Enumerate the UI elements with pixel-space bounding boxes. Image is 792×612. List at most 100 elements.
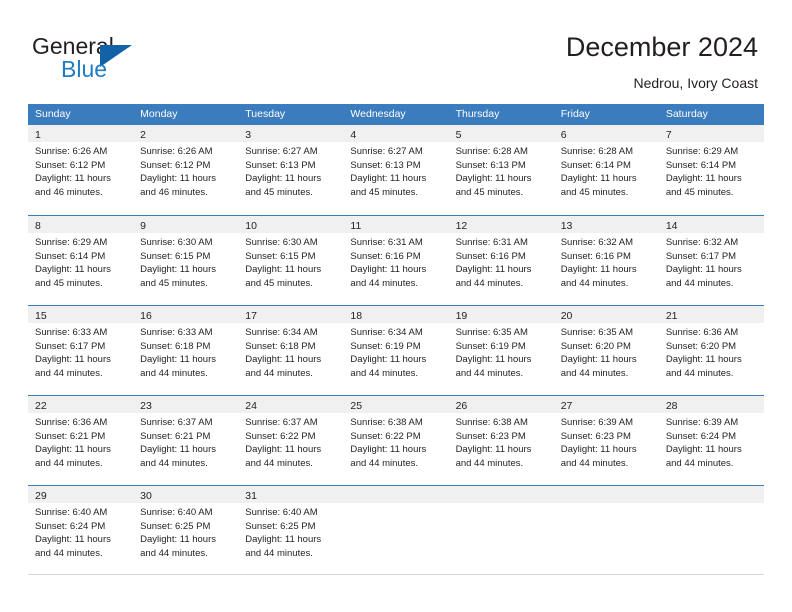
daylight-text-line1: Daylight: 11 hours	[35, 264, 111, 276]
day-info: Sunrise: 6:34 AM Sunset: 6:19 PM Daylight:…	[343, 323, 448, 380]
day-info: Sunrise: 6:31 AM Sunset: 6:16 PM Daylight:…	[343, 233, 448, 290]
calendar-day-cell[interactable]: 24 Sunrise: 6:37 AM Sunset: 6:22 PM Dayligh…	[238, 396, 344, 485]
weekday-header-sunday: Sunday	[35, 108, 71, 120]
calendar-day-cell[interactable]: 9 Sunrise: 6:30 AM Sunset: 6:15 PM Daylight…	[133, 216, 239, 305]
calendar-day-cell[interactable]: 30 Sunrise: 6:40 AM Sunset: 6:25 PM Dayligh…	[133, 486, 239, 574]
day-number-strip	[343, 486, 449, 503]
sunrise-text: Sunrise: 6:32 AM	[665, 237, 739, 248]
day-number-strip: 11	[343, 216, 449, 233]
calendar-day-cell[interactable]: 28 Sunrise: 6:39 AM Sunset: 6:24 PM Dayligh…	[658, 396, 764, 485]
day-info: Sunrise: 6:31 AM Sunset: 6:16 PM Daylight:…	[449, 233, 554, 290]
calendar-day-cell[interactable]: 18 Sunrise: 6:34 AM Sunset: 6:19 PM Dayligh…	[343, 306, 449, 395]
sunset-text: Sunset: 6:22 PM	[245, 430, 316, 442]
daylight-text-line1: Daylight: 11 hours	[455, 354, 532, 366]
sunset-text: Sunset: 6:20 PM	[560, 340, 631, 352]
daylight-text-line2: and 45 minutes.	[245, 277, 313, 289]
calendar-day-cell[interactable]: 4 Sunrise: 6:27 AM Sunset: 6:13 PM Daylight…	[343, 125, 449, 215]
daylight-text-line2: and 45 minutes.	[350, 186, 419, 198]
sunrise-text: Sunrise: 6:39 AM	[665, 417, 739, 428]
calendar-day-cell[interactable]: 27 Sunrise: 6:39 AM Sunset: 6:23 PM Dayligh…	[553, 396, 659, 485]
sunrise-text: Sunrise: 6:26 AM	[35, 146, 108, 157]
sunrise-text: Sunrise: 6:30 AM	[245, 237, 318, 248]
day-number: 23	[140, 400, 152, 412]
calendar-day-cell[interactable]: 13 Sunrise: 6:32 AM Sunset: 6:16 PM Dayligh…	[553, 216, 659, 305]
day-number-strip: 6	[553, 125, 659, 142]
daylight-text-line2: and 44 minutes.	[350, 457, 419, 469]
calendar-day-cell[interactable]: 11 Sunrise: 6:31 AM Sunset: 6:16 PM Dayligh…	[343, 216, 449, 305]
day-number: 9	[140, 220, 146, 232]
calendar-day-cell[interactable]: 15 Sunrise: 6:33 AM Sunset: 6:17 PM Dayligh…	[28, 306, 134, 395]
daylight-text-line2: and 45 minutes.	[665, 186, 734, 198]
calendar-day-cell[interactable]: 5 Sunrise: 6:28 AM Sunset: 6:13 PM Daylight…	[448, 125, 554, 215]
calendar-day-cell[interactable]: 19 Sunrise: 6:35 AM Sunset: 6:19 PM Dayligh…	[448, 306, 554, 395]
calendar-day-cell[interactable]: 2 Sunrise: 6:26 AM Sunset: 6:12 PM Daylight…	[133, 125, 239, 215]
day-number-strip: 28	[658, 396, 764, 413]
sunset-text: Sunset: 6:16 PM	[560, 250, 631, 262]
calendar-day-cell[interactable]: 14 Sunrise: 6:32 AM Sunset: 6:17 PM Dayligh…	[658, 216, 764, 305]
day-number: 12	[455, 220, 468, 232]
sunset-text: Sunset: 6:25 PM	[140, 520, 211, 532]
daylight-text-line1: Daylight: 11 hours	[35, 173, 111, 185]
sunset-text: Sunset: 6:16 PM	[350, 250, 421, 262]
daylight-text-line1: Daylight: 11 hours	[455, 264, 532, 276]
day-number: 30	[140, 490, 152, 502]
day-number-strip: 1	[28, 125, 134, 142]
sunset-text: Sunset: 6:14 PM	[665, 159, 737, 171]
sunset-text: Sunset: 6:20 PM	[665, 340, 737, 352]
daylight-text-line2: and 44 minutes.	[245, 367, 313, 379]
day-info: Sunrise: 6:36 AM Sunset: 6:21 PM Daylight:…	[28, 413, 133, 470]
day-number-strip: 2	[133, 125, 239, 142]
sunset-text: Sunset: 6:16 PM	[455, 250, 526, 262]
daylight-text-line1: Daylight: 11 hours	[560, 173, 637, 185]
day-number: 2	[140, 129, 146, 141]
sunset-text: Sunset: 6:25 PM	[245, 520, 316, 532]
calendar-day-cell[interactable]: 26 Sunrise: 6:38 AM Sunset: 6:23 PM Dayligh…	[448, 396, 554, 485]
calendar-day-cell[interactable]: 20 Sunrise: 6:35 AM Sunset: 6:20 PM Dayligh…	[553, 306, 659, 395]
sunrise-text: Sunrise: 6:40 AM	[245, 507, 318, 518]
sunset-text: Sunset: 6:24 PM	[35, 520, 106, 532]
calendar-day-cell[interactable]: 31 Sunrise: 6:40 AM Sunset: 6:25 PM Dayligh…	[238, 486, 344, 574]
sunset-text: Sunset: 6:13 PM	[245, 159, 316, 171]
weekday-header-row: Sunday Monday Tuesday Wednesday Thursday…	[28, 104, 764, 125]
calendar-day-cell[interactable]: 22 Sunrise: 6:36 AM Sunset: 6:21 PM Dayligh…	[28, 396, 134, 485]
calendar-day-cell[interactable]: 25 Sunrise: 6:38 AM Sunset: 6:22 PM Dayligh…	[343, 396, 449, 485]
calendar-day-cell[interactable]: 1 Sunrise: 6:26 AM Sunset: 6:12 PM Daylight…	[28, 125, 134, 215]
daylight-text-line1: Daylight: 11 hours	[140, 173, 217, 185]
day-number-strip: 5	[448, 125, 554, 142]
calendar-day-cell[interactable]: 29 Sunrise: 6:40 AM Sunset: 6:24 PM Dayligh…	[28, 486, 134, 574]
daylight-text-line1: Daylight: 11 hours	[245, 354, 322, 366]
calendar-day-cell[interactable]: 7 Sunrise: 6:29 AM Sunset: 6:14 PM Daylight…	[658, 125, 764, 215]
daylight-text-line1: Daylight: 11 hours	[350, 264, 427, 276]
calendar-day-cell[interactable]: 10 Sunrise: 6:30 AM Sunset: 6:15 PM Dayligh…	[238, 216, 344, 305]
calendar-day-cell[interactable]: 8 Sunrise: 6:29 AM Sunset: 6:14 PM Daylight…	[28, 216, 134, 305]
calendar-day-cell-empty	[343, 486, 449, 574]
sunrise-text: Sunrise: 6:28 AM	[455, 146, 528, 157]
day-number: 21	[665, 310, 678, 322]
calendar-day-cell[interactable]: 16 Sunrise: 6:33 AM Sunset: 6:18 PM Dayligh…	[133, 306, 239, 395]
sunset-text: Sunset: 6:14 PM	[35, 250, 106, 262]
daylight-text-line1: Daylight: 11 hours	[665, 444, 742, 456]
day-number: 29	[35, 490, 47, 502]
sunrise-text: Sunrise: 6:33 AM	[140, 327, 213, 338]
weekday-header-monday: Monday	[140, 108, 178, 120]
sunset-text: Sunset: 6:19 PM	[455, 340, 526, 352]
day-info: Sunrise: 6:30 AM Sunset: 6:15 PM Daylight:…	[238, 233, 343, 290]
calendar-day-cell[interactable]: 12 Sunrise: 6:31 AM Sunset: 6:16 PM Dayligh…	[448, 216, 554, 305]
sunset-text: Sunset: 6:15 PM	[245, 250, 316, 262]
sunset-text: Sunset: 6:21 PM	[35, 430, 106, 442]
sunset-text: Sunset: 6:18 PM	[140, 340, 211, 352]
weekday-header-tuesday: Tuesday	[245, 108, 286, 120]
calendar-day-cell[interactable]: 21 Sunrise: 6:36 AM Sunset: 6:20 PM Dayligh…	[658, 306, 764, 395]
calendar-day-cell[interactable]: 17 Sunrise: 6:34 AM Sunset: 6:18 PM Dayligh…	[238, 306, 344, 395]
sunrise-text: Sunrise: 6:29 AM	[665, 146, 739, 157]
calendar-day-cell[interactable]: 23 Sunrise: 6:37 AM Sunset: 6:21 PM Dayligh…	[133, 396, 239, 485]
daylight-text-line2: and 44 minutes.	[35, 457, 103, 469]
daylight-text-line2: and 44 minutes.	[350, 277, 419, 289]
daylight-text-line2: and 44 minutes.	[140, 547, 208, 559]
logo-text-blue: Blue	[61, 56, 108, 82]
day-number-strip: 20	[553, 306, 659, 323]
calendar-day-cell[interactable]: 6 Sunrise: 6:28 AM Sunset: 6:14 PM Daylight…	[553, 125, 659, 215]
general-blue-logo[interactable]: General Blue	[32, 33, 212, 89]
calendar-day-cell[interactable]: 3 Sunrise: 6:27 AM Sunset: 6:13 PM Daylight…	[238, 125, 344, 215]
day-info: Sunrise: 6:35 AM Sunset: 6:19 PM Daylight:…	[449, 323, 554, 380]
